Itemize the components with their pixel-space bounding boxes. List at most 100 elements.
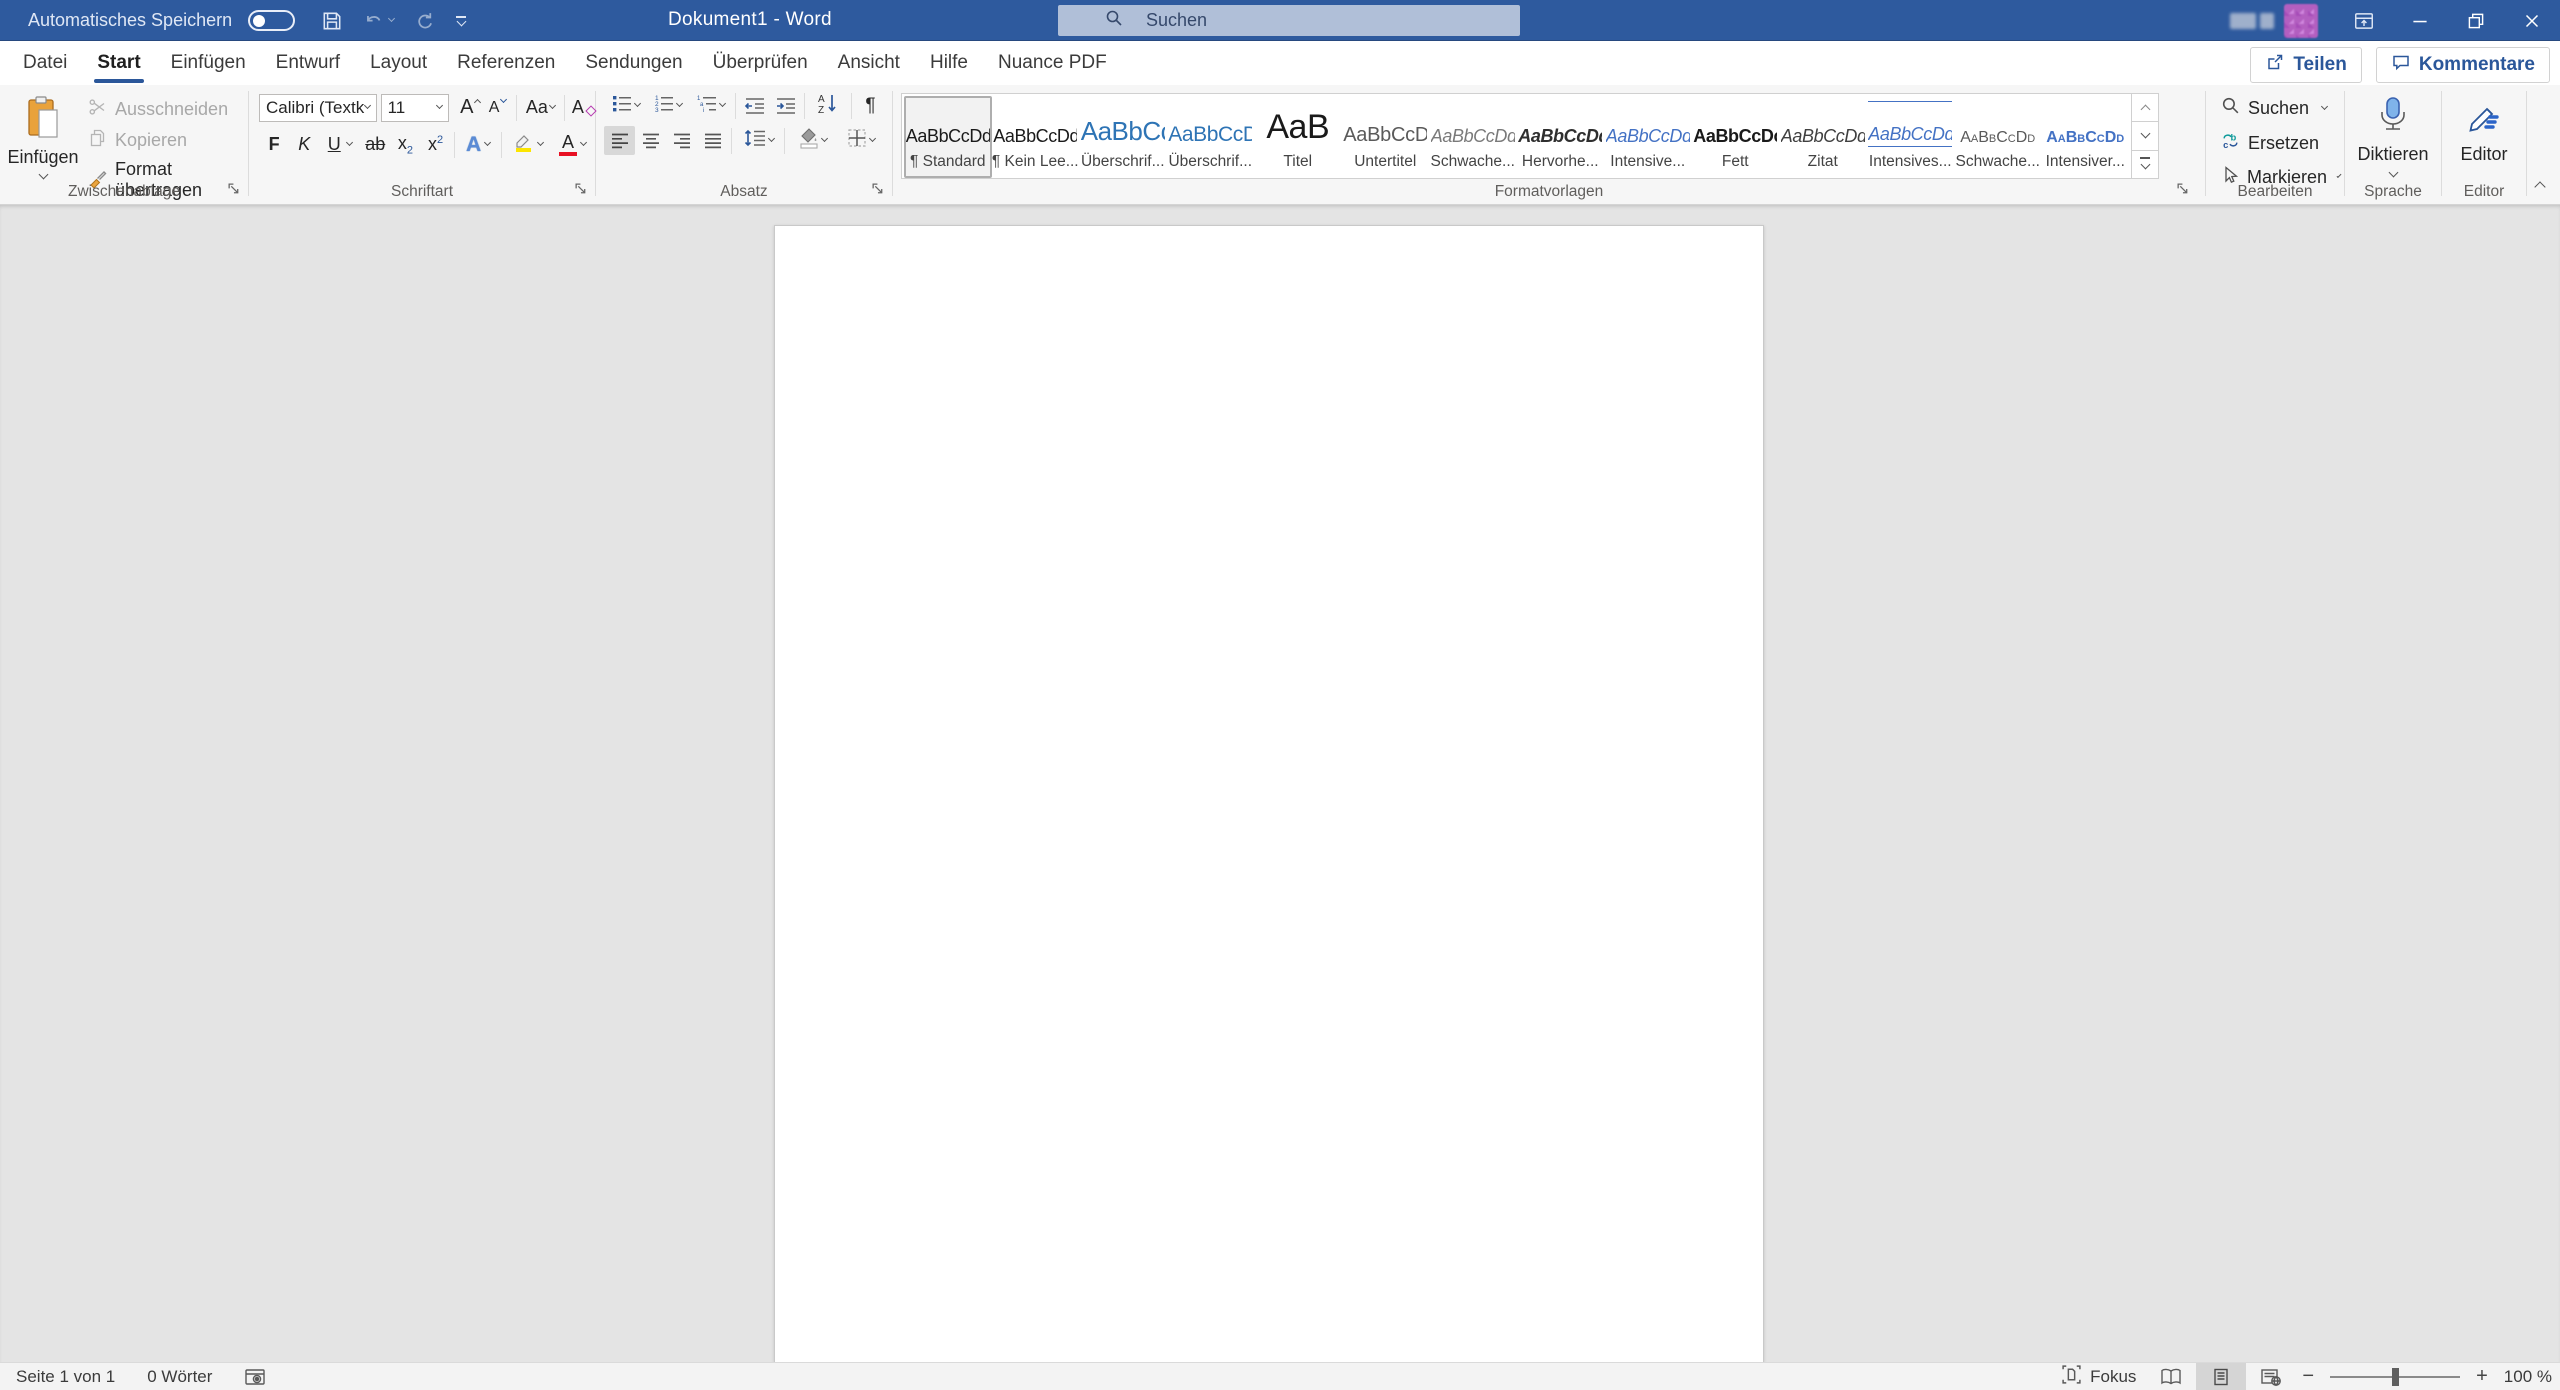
comments-button[interactable]: Kommentare [2376,47,2550,83]
strikethrough-button[interactable]: ab [360,130,390,159]
restore-button[interactable] [2448,0,2504,41]
focus-mode-button[interactable]: Fokus [2051,1363,2146,1390]
share-button[interactable]: Teilen [2250,47,2362,83]
style-schwacher-verweis[interactable]: AaBbCcDdSchwache... [1954,96,2042,178]
find-button[interactable]: Suchen [2216,93,2344,123]
shrink-font-button[interactable]: A [486,93,509,122]
replace-button[interactable]: bc Ersetzen [2216,128,2344,158]
page-count[interactable]: Seite 1 von 1 [0,1363,131,1390]
ribbon-display-options-icon[interactable] [2336,0,2392,41]
italic-button[interactable]: K [289,130,319,159]
styles-scroll-down-button[interactable] [2132,122,2158,150]
style-ueberschrift-1[interactable]: AaBbCcÜberschrif... [1079,96,1167,178]
font-color-icon: A [559,134,577,156]
style-intensiver-verweis[interactable]: AaBbCcDdIntensiver... [2042,96,2130,178]
style-intensives-zitat[interactable]: AaBbCcDdIntensives... [1867,96,1955,178]
minimize-button[interactable] [2392,0,2448,41]
word-count[interactable]: 0 Wörter [131,1363,228,1390]
font-name-select[interactable]: Calibri (Textk [259,94,377,122]
tab-start[interactable]: Start [82,41,155,85]
font-dialog-launcher-icon[interactable] [574,182,589,202]
zoom-slider-thumb[interactable] [2392,1368,2399,1386]
tab-hilfe[interactable]: Hilfe [915,41,983,85]
font-color-button[interactable]: A [550,130,595,159]
shading-button[interactable] [788,126,836,155]
editor-button[interactable]: Editor [2460,89,2507,165]
zoom-slider[interactable] [2330,1376,2460,1378]
tab-entwurf[interactable]: Entwurf [261,41,355,85]
borders-icon [846,127,868,154]
autosave-toggle[interactable] [248,10,295,31]
align-left-button[interactable] [604,126,635,155]
styles-dialog-launcher-icon[interactable] [2176,182,2191,202]
tab-referenzen[interactable]: Referenzen [442,41,570,85]
save-icon[interactable] [321,10,343,32]
collapse-ribbon-icon[interactable] [2536,178,2544,196]
user-name-redacted [2230,13,2276,29]
multilevel-list-button[interactable]: 1ai [688,91,732,120]
subscript-button[interactable]: x2 [390,130,420,159]
underline-button[interactable]: U [319,130,360,159]
document-page[interactable] [774,225,1764,1362]
line-spacing-button[interactable] [735,126,781,155]
style-ueberschrift-2[interactable]: AaBbCcDÜberschrif... [1167,96,1255,178]
paragraph-dialog-launcher-icon[interactable] [871,182,886,202]
style-zitat[interactable]: AaBbCcDdZitat [1779,96,1867,178]
tab-sendungen[interactable]: Sendungen [570,41,697,85]
undo-icon [363,10,394,32]
clear-formatting-button[interactable]: A [572,93,595,122]
style-hervorhebung[interactable]: AaBbCcDdHervorhe... [1517,96,1605,178]
tab-einfuegen[interactable]: Einfügen [156,41,261,85]
grow-font-button[interactable]: A [459,93,482,122]
avatar[interactable] [2284,4,2318,38]
tab-layout[interactable]: Layout [355,41,442,85]
styles-scroll-up-button[interactable] [2132,94,2158,122]
style-kein-leerraum[interactable]: AaBbCcDd¶ Kein Lee... [992,96,1080,178]
dictate-button[interactable]: Diktieren [2357,89,2428,176]
chevron-down-icon [820,135,827,142]
increase-indent-button[interactable] [770,91,801,120]
align-right-button[interactable] [666,126,697,155]
highlight-color-button[interactable] [505,130,550,159]
show-paragraph-marks-button[interactable]: ¶ [855,91,886,120]
paint-bucket-icon [798,127,820,154]
styles-more-button[interactable] [2132,151,2158,178]
macro-record-icon[interactable] [228,1363,282,1390]
web-layout-button[interactable] [2246,1363,2296,1390]
style-standard[interactable]: AaBbCcDd¶ Standard [904,96,992,178]
style-intensive-hervorhebung[interactable]: AaBbCcDdIntensive... [1604,96,1692,178]
style-fett[interactable]: AaBbCcDcFett [1692,96,1780,178]
align-center-button[interactable] [635,126,666,155]
bullets-button[interactable] [604,91,646,120]
zoom-out-button[interactable]: − [2296,1365,2320,1388]
tab-ansicht[interactable]: Ansicht [823,41,915,85]
customize-quick-access-icon[interactable] [456,16,466,25]
change-case-button[interactable]: Aa [524,93,557,122]
tab-datei[interactable]: Datei [8,41,82,85]
decrease-indent-button[interactable] [739,91,770,120]
sort-button[interactable]: AZ [808,91,848,120]
justify-button[interactable] [697,126,728,155]
style-titel[interactable]: AaBTitel [1254,96,1342,178]
superscript-button[interactable]: x2 [420,130,450,159]
tab-ueberpruefen[interactable]: Überprüfen [698,41,823,85]
text-effects-button[interactable]: A [458,130,499,159]
numbering-button[interactable]: 123 [646,91,688,120]
style-untertitel[interactable]: AaBbCcDUntertitel [1342,96,1430,178]
font-size-select[interactable]: 11 [381,94,449,122]
tab-nuance-pdf[interactable]: Nuance PDF [983,41,1122,85]
group-label-editor: Editor [2442,183,2526,201]
read-mode-button[interactable] [2146,1363,2196,1390]
paste-chevron-icon [38,170,48,180]
borders-button[interactable] [836,126,884,155]
bold-button[interactable]: F [259,130,289,159]
style-schwache-hervorhebung[interactable]: AaBbCcDdSchwache... [1429,96,1517,178]
zoom-percentage[interactable]: 100 % [2504,1367,2552,1387]
clipboard-dialog-launcher-icon[interactable] [227,182,242,202]
zoom-in-button[interactable]: + [2470,1365,2494,1388]
editor-pen-icon [2464,95,2504,140]
close-button[interactable] [2504,0,2560,41]
search-box[interactable]: Suchen [1058,5,1520,36]
print-layout-button[interactable] [2196,1363,2246,1390]
chevron-down-icon [580,139,587,146]
